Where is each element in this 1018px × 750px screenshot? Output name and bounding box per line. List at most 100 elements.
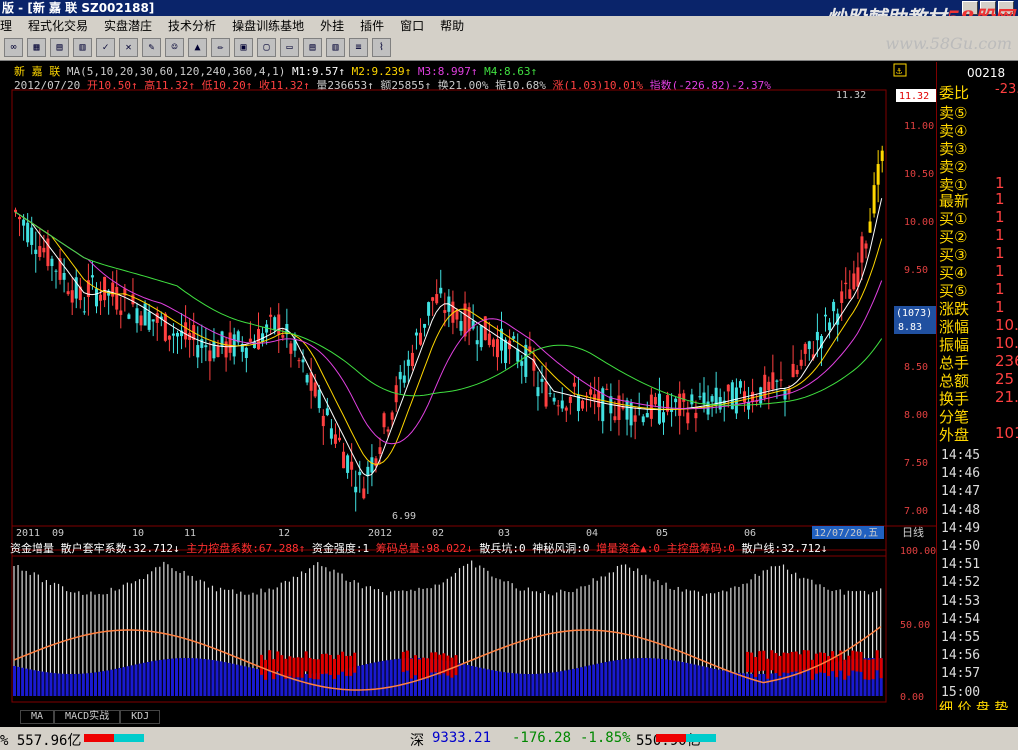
chart-icon[interactable]: ▤ (50, 37, 69, 57)
candle-body (22, 219, 26, 226)
candle-body (439, 287, 443, 294)
menu-item-real-trading[interactable]: 实盘潜庄 (104, 17, 152, 34)
person-icon[interactable]: ☺ (165, 37, 184, 57)
layout-icon[interactable]: ▣ (234, 37, 253, 57)
tab-kdj[interactable]: KDJ (120, 710, 161, 724)
indicator-red-bar (782, 652, 786, 673)
menu-item-help[interactable]: 帮助 (440, 17, 464, 34)
indicator-red-bar (879, 658, 883, 679)
candle-body (147, 311, 151, 330)
low-marker: 6.99 (392, 511, 416, 522)
indicator-blue-bar (669, 659, 673, 696)
indicator-red-bar (332, 658, 336, 679)
indicator-blue-bar (681, 662, 685, 696)
candle-body (208, 350, 212, 362)
indicator-blue-bar (377, 661, 381, 696)
date-tick-label: 10 (132, 528, 144, 539)
tab-macd[interactable]: MACD实战 (54, 710, 121, 724)
candle-body (410, 352, 414, 367)
date-tick-label: 2011 (16, 528, 40, 539)
indicator-blue-bar (689, 663, 693, 696)
candle-body (26, 222, 30, 243)
indicator-blue-bar (219, 661, 223, 696)
menu-item-plugins[interactable]: 插件 (360, 17, 384, 34)
cursor-tag-1: (1073) (896, 308, 932, 319)
candle-body (880, 150, 884, 162)
candle-body (362, 488, 366, 499)
check-icon[interactable]: ✓ (96, 37, 115, 57)
ind-item-9: 散户线:32.712↓ (741, 542, 828, 555)
menu-item-manage[interactable]: 理 (0, 17, 12, 34)
stat-row-value: 101 (995, 424, 1018, 442)
tools-icon[interactable]: ✕ (119, 37, 138, 57)
menu-item-window[interactable]: 窗口 (400, 17, 424, 34)
indicator-blue-bar (393, 659, 397, 696)
grid-icon[interactable]: ▦ (27, 37, 46, 57)
list-icon[interactable]: ≡ (349, 37, 368, 57)
stat-row-value: 10.6 (995, 334, 1018, 352)
binoculars-icon[interactable]: ∞ (4, 37, 23, 57)
indicator-blue-bar (203, 659, 207, 696)
candle-body (560, 400, 564, 409)
indicator-red-bar (324, 653, 328, 674)
buy-row-value: 1 (995, 244, 1005, 262)
panel-icon[interactable]: ▢ (257, 37, 276, 57)
candle-body (398, 371, 402, 380)
indicator-blue-bar (191, 658, 195, 696)
indicator-red-bar (847, 655, 851, 676)
book-icon[interactable]: ▥ (73, 37, 92, 57)
menu-item-training[interactable]: 操盘训练基地 (232, 17, 304, 34)
latest-value: 1 (995, 190, 1005, 208)
indicator-blue-bar (41, 671, 45, 696)
table-icon[interactable]: ▤ (303, 37, 322, 57)
alarm-icon[interactable]: ▲ (188, 37, 207, 57)
indicator-blue-bar (85, 673, 89, 696)
candle-body (204, 345, 208, 348)
tab-ma[interactable]: MA (20, 710, 55, 724)
menu-item-program-trading[interactable]: 程式化交易 (28, 17, 88, 34)
tick-time: 14:46 (941, 466, 981, 482)
pencil-icon[interactable]: ✏ (211, 37, 230, 57)
indicator-blue-bar (474, 666, 478, 696)
indicator-red-bar (766, 658, 770, 679)
candle-body (224, 341, 228, 358)
indicator-blue-bar (806, 667, 810, 696)
indicator-red-bar (758, 651, 762, 672)
candle-body (512, 336, 516, 339)
indicator-blue-bar (600, 662, 604, 696)
indicator-blue-bar (539, 673, 543, 696)
indicator-tick-label: 50.00 (900, 620, 930, 631)
candle-body (807, 341, 811, 350)
candle-body (828, 322, 832, 331)
candle-body (200, 339, 204, 348)
candle-body (358, 471, 362, 476)
candle-body (678, 393, 682, 416)
candle-body (329, 428, 333, 439)
indicator-red-bar (413, 655, 417, 676)
stats-icon[interactable]: ▥ (326, 37, 345, 57)
indicator-blue-bar (324, 672, 328, 696)
indicator-blue-bar (531, 673, 535, 696)
indicator-blue-bar (158, 659, 162, 696)
graph-icon[interactable]: ⌇ (372, 37, 391, 57)
indicator-blue-bar (685, 662, 689, 696)
menu-item-tech-analysis[interactable]: 技术分析 (168, 17, 216, 34)
candle-body (779, 379, 783, 381)
candle-body (419, 332, 422, 345)
candle-body (427, 302, 431, 316)
period-label[interactable]: 日线 (902, 525, 924, 539)
candle-body (414, 332, 418, 336)
status-pct: -1.85% (580, 730, 631, 746)
candle-body (552, 397, 556, 402)
indicator-red-bar (341, 651, 345, 672)
menu-item-plugin-ext[interactable]: 外挂 (320, 17, 344, 34)
buy-row-value: 1 (995, 208, 1005, 226)
window-icon[interactable]: ▭ (280, 37, 299, 57)
pen-icon[interactable]: ✎ (142, 37, 161, 57)
main-chart-area[interactable]: 11.0010.5010.009.509.008.508.007.507.00 … (0, 60, 936, 710)
indicator-red-bar (778, 655, 782, 676)
candle-body (386, 429, 390, 432)
indicator-red-bar (349, 655, 353, 676)
status-left: % 557.96亿 (0, 733, 82, 749)
indicator-blue-bar (341, 669, 345, 696)
